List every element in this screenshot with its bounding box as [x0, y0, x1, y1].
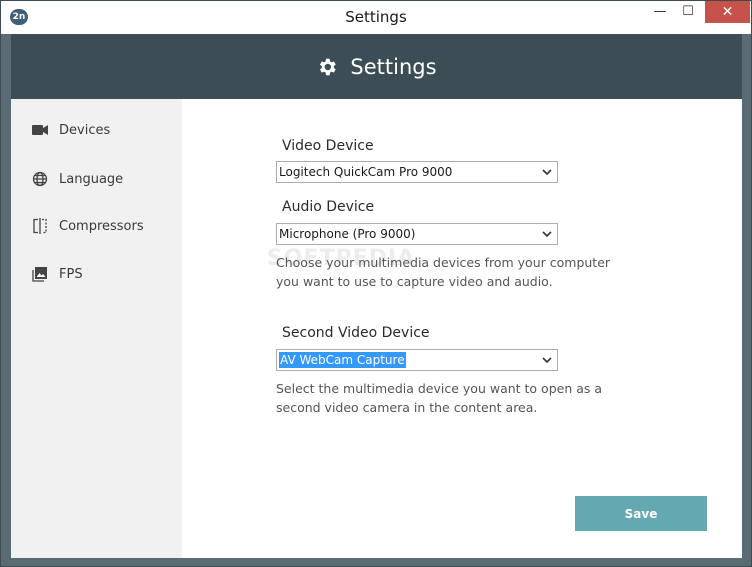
- chevron-down-icon: [540, 165, 554, 179]
- content-panel: SOFTPEDIA Video Device Logitech QuickCam…: [182, 99, 742, 558]
- sidebar-item-label: Language: [59, 171, 124, 187]
- devices-description: Choose your multimedia devices from your…: [276, 255, 611, 289]
- sidebar-item-label: FPS: [59, 266, 83, 282]
- sidebar-item-devices[interactable]: Devices: [31, 118, 181, 142]
- video-device-value: Logitech QuickCam Pro 9000: [279, 165, 453, 179]
- sidebar-item-compressors[interactable]: Compressors: [31, 214, 181, 238]
- minimize-button[interactable]: —: [646, 1, 674, 23]
- globe-icon: [31, 170, 49, 188]
- sidebar-item-language[interactable]: Language: [31, 167, 181, 191]
- save-button[interactable]: Save: [575, 496, 707, 531]
- video-device-label: Video Device: [282, 138, 374, 154]
- second-video-device-value: AV WebCam Capture: [279, 352, 406, 368]
- sidebar-item-label: Devices: [59, 122, 111, 138]
- image-icon: [31, 265, 49, 283]
- window-title: Settings: [345, 8, 407, 26]
- chevron-down-icon: [540, 227, 554, 241]
- sidebar-item-fps[interactable]: FPS: [31, 262, 181, 286]
- chevron-down-icon: [540, 353, 554, 367]
- title-bar[interactable]: 2n Settings — ☐ ✕: [1, 1, 751, 34]
- audio-device-value: Microphone (Pro 9000): [279, 227, 416, 241]
- audio-device-select[interactable]: Microphone (Pro 9000): [276, 223, 558, 245]
- maximize-button[interactable]: ☐: [674, 1, 702, 23]
- sidebar: Devices Language Compressors FPS: [11, 99, 182, 558]
- audio-device-label: Audio Device: [282, 199, 375, 215]
- page-header: Settings: [11, 34, 742, 99]
- video-device-select[interactable]: Logitech QuickCam Pro 9000: [276, 161, 558, 183]
- second-video-device-label: Second Video Device: [282, 325, 430, 341]
- second-video-device-select[interactable]: AV WebCam Capture: [276, 349, 558, 371]
- gear-icon: [316, 56, 338, 78]
- sidebar-item-label: Compressors: [59, 218, 144, 234]
- page-title: Settings: [350, 54, 437, 79]
- video-camera-icon: [31, 121, 49, 139]
- close-button[interactable]: ✕: [705, 1, 750, 23]
- settings-window: 2n Settings — ☐ ✕ Settings Devices Langu…: [0, 0, 752, 567]
- second-device-description: Select the multimedia device you want to…: [276, 381, 603, 415]
- compress-icon: [31, 217, 49, 235]
